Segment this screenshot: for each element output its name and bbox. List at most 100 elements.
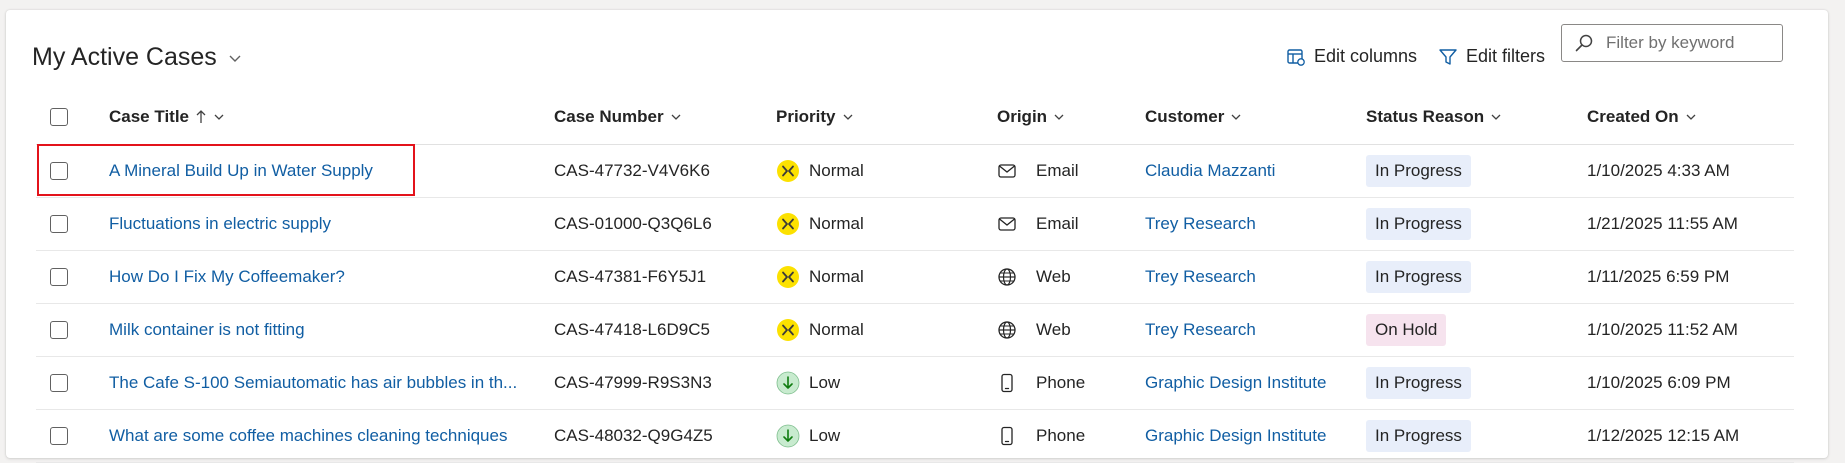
select-all-checkbox[interactable] xyxy=(50,108,68,126)
edit-filters-button[interactable]: Edit filters xyxy=(1438,46,1545,67)
sort-ascending-icon xyxy=(196,110,206,123)
status-reason-cell: In Progress xyxy=(1366,145,1471,197)
created-on-value: 1/10/2025 6:09 PM xyxy=(1587,373,1731,392)
column-header-case-title[interactable]: Case Title xyxy=(109,90,225,144)
table-row[interactable]: What are some coffee machines cleaning t… xyxy=(36,410,1794,463)
priority-cell: Normal xyxy=(776,145,864,197)
created-on-cell: 1/10/2025 4:33 AM xyxy=(1587,145,1730,197)
normal-priority-icon xyxy=(776,159,809,183)
priority-cell: Normal xyxy=(776,304,864,356)
column-header-case-number[interactable]: Case Number xyxy=(554,90,682,144)
column-label: Case Number xyxy=(554,107,664,126)
row-select-cell xyxy=(50,145,68,197)
chevron-down-icon xyxy=(229,55,241,62)
created-on-value: 1/10/2025 4:33 AM xyxy=(1587,161,1730,180)
select-all-cell xyxy=(50,90,68,144)
status-badge: In Progress xyxy=(1366,208,1471,240)
customer-cell: Trey Research xyxy=(1145,251,1256,303)
email-icon xyxy=(997,214,1036,234)
case-title-cell: A Mineral Build Up in Water Supply xyxy=(109,145,373,197)
status-badge: In Progress xyxy=(1366,155,1471,187)
view-header: My Active Cases Edit columns Edit filter… xyxy=(6,10,1828,90)
created-on-cell: 1/21/2025 11:55 AM xyxy=(1587,198,1738,250)
chevron-down-icon xyxy=(1231,114,1241,120)
origin-value: Phone xyxy=(1036,373,1086,392)
grid-body: A Mineral Build Up in Water Supply CAS-4… xyxy=(36,145,1794,463)
case-number-cell: CAS-48032-Q9G4Z5 xyxy=(554,410,713,462)
case-title-link[interactable]: The Cafe S-100 Semiautomatic has air bub… xyxy=(109,373,517,393)
case-title-link[interactable]: A Mineral Build Up in Water Supply xyxy=(109,161,373,181)
case-number-cell: CAS-47999-R9S3N3 xyxy=(554,357,712,409)
customer-link[interactable]: Claudia Mazzanti xyxy=(1145,161,1275,181)
cases-grid: Case Title Case Number Priority Origin C… xyxy=(36,90,1794,463)
row-select-cell xyxy=(50,410,68,462)
table-row[interactable]: Fluctuations in electric supply CAS-0100… xyxy=(36,198,1794,251)
row-checkbox[interactable] xyxy=(50,268,68,286)
row-select-cell xyxy=(50,357,68,409)
column-label: Origin xyxy=(997,107,1048,126)
case-title-link[interactable]: How Do I Fix My Coffeemaker? xyxy=(109,267,345,287)
row-select-cell xyxy=(50,251,68,303)
case-title-cell: Fluctuations in electric supply xyxy=(109,198,331,250)
view-selector[interactable]: My Active Cases xyxy=(32,43,243,72)
column-header-customer[interactable]: Customer xyxy=(1145,90,1242,144)
customer-link[interactable]: Trey Research xyxy=(1145,214,1256,234)
case-title-link[interactable]: Milk container is not fitting xyxy=(109,320,305,340)
created-on-value: 1/12/2025 12:15 AM xyxy=(1587,426,1740,445)
status-reason-cell: In Progress xyxy=(1366,251,1471,303)
row-checkbox[interactable] xyxy=(50,427,68,445)
table-row[interactable]: Milk container is not fitting CAS-47418-… xyxy=(36,304,1794,357)
globe-icon xyxy=(997,320,1036,340)
low-priority-icon xyxy=(776,371,809,395)
row-checkbox[interactable] xyxy=(50,162,68,180)
row-checkbox[interactable] xyxy=(50,321,68,339)
table-row[interactable]: How Do I Fix My Coffeemaker? CAS-47381-F… xyxy=(36,251,1794,304)
customer-cell: Trey Research xyxy=(1145,198,1256,250)
customer-link[interactable]: Graphic Design Institute xyxy=(1145,373,1326,393)
case-number: CAS-47732-V4V6K6 xyxy=(554,161,710,180)
table-row[interactable]: A Mineral Build Up in Water Supply CAS-4… xyxy=(36,145,1794,198)
customer-link[interactable]: Trey Research xyxy=(1145,320,1256,340)
chevron-down-icon xyxy=(671,114,681,120)
origin-cell: Email xyxy=(997,145,1079,197)
column-header-created-on[interactable]: Created On xyxy=(1587,90,1697,144)
customer-link[interactable]: Graphic Design Institute xyxy=(1145,426,1326,446)
case-title-link[interactable]: What are some coffee machines cleaning t… xyxy=(109,426,507,446)
created-on-cell: 1/11/2025 6:59 PM xyxy=(1587,251,1729,303)
search-input[interactable] xyxy=(1604,32,1778,54)
priority-cell: Low xyxy=(776,410,840,462)
case-number-cell: CAS-01000-Q3Q6L6 xyxy=(554,198,712,250)
edit-columns-label: Edit columns xyxy=(1314,46,1418,66)
chevron-down-icon xyxy=(1054,114,1064,120)
origin-cell: Phone xyxy=(997,410,1085,462)
search-icon xyxy=(1575,34,1593,52)
case-title-cell: Milk container is not fitting xyxy=(109,304,305,356)
priority-value: Normal xyxy=(809,161,864,180)
edit-columns-button[interactable]: Edit columns xyxy=(1286,46,1417,67)
normal-priority-icon xyxy=(776,265,809,289)
customer-link[interactable]: Trey Research xyxy=(1145,267,1256,287)
priority-value: Low xyxy=(809,373,841,392)
filter-by-keyword-box[interactable] xyxy=(1561,24,1783,62)
table-row[interactable]: The Cafe S-100 Semiautomatic has air bub… xyxy=(36,357,1794,410)
column-label: Customer xyxy=(1145,107,1225,126)
created-on-value: 1/11/2025 6:59 PM xyxy=(1587,267,1730,286)
column-header-status-reason[interactable]: Status Reason xyxy=(1366,90,1502,144)
row-checkbox[interactable] xyxy=(50,215,68,233)
column-header-origin[interactable]: Origin xyxy=(997,90,1065,144)
case-number: CAS-47999-R9S3N3 xyxy=(554,373,712,392)
row-checkbox[interactable] xyxy=(50,374,68,392)
origin-value: Phone xyxy=(1036,426,1086,445)
customer-cell: Trey Research xyxy=(1145,304,1256,356)
case-title-link[interactable]: Fluctuations in electric supply xyxy=(109,214,331,234)
normal-priority-icon xyxy=(776,212,809,236)
priority-cell: Normal xyxy=(776,198,864,250)
chevron-down-icon xyxy=(214,114,224,120)
origin-value: Web xyxy=(1036,267,1071,286)
origin-value: Email xyxy=(1036,214,1079,233)
column-header-priority[interactable]: Priority xyxy=(776,90,854,144)
priority-value: Normal xyxy=(809,267,864,286)
status-reason-cell: In Progress xyxy=(1366,198,1471,250)
status-reason-cell: In Progress xyxy=(1366,410,1471,462)
case-number-cell: CAS-47418-L6D9C5 xyxy=(554,304,710,356)
